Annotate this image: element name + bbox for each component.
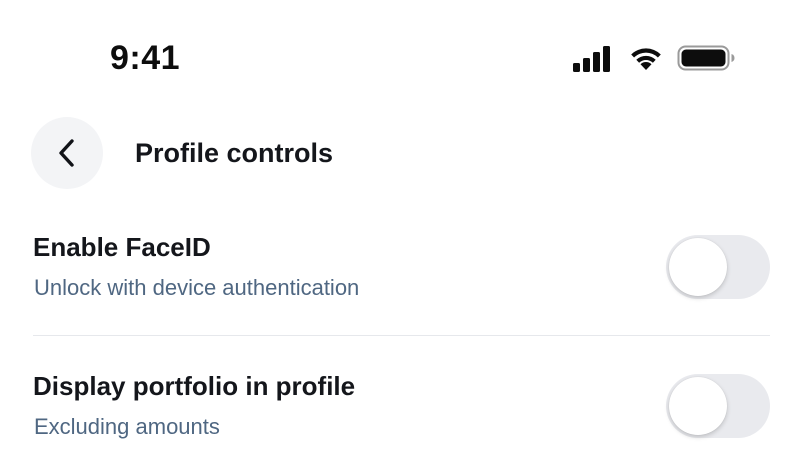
chevron-left-icon — [59, 139, 74, 167]
page-title: Profile controls — [135, 138, 334, 168]
status-icons — [572, 44, 737, 74]
battery-icon — [677, 45, 735, 71]
setting-subtitle: Unlock with device authentication — [34, 275, 360, 300]
toggle-knob — [669, 377, 727, 435]
cellular-signal-icon — [573, 46, 610, 72]
setting-title: Display portfolio in profile — [33, 371, 356, 401]
back-button[interactable] — [31, 117, 103, 189]
wifi-icon — [631, 48, 661, 70]
toggle-knob — [669, 238, 727, 296]
setting-row-portfolio: Display portfolio in profile Excluding a… — [33, 364, 770, 464]
divider — [33, 335, 770, 336]
nav-header: Profile controls — [0, 115, 800, 191]
setting-row-faceid: Enable FaceID Unlock with device authent… — [33, 225, 770, 325]
setting-subtitle: Excluding amounts — [34, 414, 220, 439]
setting-title: Enable FaceID — [33, 232, 211, 262]
status-time: 9:41 — [110, 39, 181, 77]
portfolio-toggle[interactable] — [666, 374, 770, 438]
status-bar: 9:41 — [0, 0, 800, 110]
faceid-toggle[interactable] — [666, 235, 770, 299]
